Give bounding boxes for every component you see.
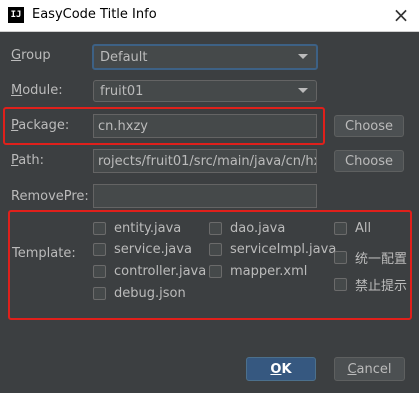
ok-button[interactable]: OK [246, 357, 316, 381]
removepre-label: RemovePre: [11, 189, 89, 204]
checkbox-entity-java[interactable]: entity.java [93, 221, 181, 236]
path-label: Path: [11, 153, 44, 168]
checkbox-dao-java[interactable]: dao.java [209, 221, 285, 236]
close-icon[interactable]: × [386, 2, 416, 28]
checkbox-debug-json[interactable]: debug.json [93, 286, 186, 301]
checkbox-icon[interactable] [209, 222, 222, 235]
module-select[interactable]: fruit01 [93, 80, 317, 102]
removepre-input[interactable] [93, 184, 317, 208]
path-input[interactable]: rojects/fruit01/src/main/java/cn/hxzy [93, 149, 317, 173]
path-choose-button[interactable]: Choose [334, 150, 404, 172]
checkbox-icon[interactable] [334, 222, 347, 235]
chevron-down-icon [298, 54, 308, 59]
package-choose-button[interactable]: Choose [334, 115, 404, 137]
chevron-down-icon [298, 88, 308, 93]
checkbox-service-java[interactable]: service.java [93, 242, 192, 257]
checkbox-disable-prompt[interactable]: 禁止提示 [334, 275, 407, 294]
package-label: Package: [11, 118, 70, 133]
checkbox-icon[interactable] [209, 243, 222, 256]
checkbox-icon[interactable] [209, 265, 222, 278]
checkbox-icon[interactable] [93, 243, 106, 256]
checkbox-mapper-xml[interactable]: mapper.xml [209, 264, 307, 279]
title-bar: IJ EasyCode Title Info × [0, 0, 419, 32]
group-select-value: Default [100, 49, 148, 65]
checkbox-icon[interactable] [334, 251, 347, 264]
module-select-value: fruit01 [100, 83, 144, 99]
checkbox-controller-java[interactable]: controller.java [93, 264, 206, 279]
group-select[interactable]: Default [92, 44, 318, 70]
template-label: Template: [12, 246, 76, 261]
checkbox-icon[interactable] [93, 265, 106, 278]
cancel-button[interactable]: Cancel [334, 357, 405, 381]
package-input[interactable]: cn.hxzy [93, 114, 317, 138]
checkbox-icon[interactable] [93, 222, 106, 235]
checkbox-all[interactable]: All [334, 221, 371, 236]
checkbox-serviceimpl-java[interactable]: serviceImpl.java [209, 242, 336, 257]
checkbox-icon[interactable] [334, 278, 347, 291]
checkbox-unified-config[interactable]: 统一配置 [334, 248, 407, 267]
checkbox-icon[interactable] [93, 287, 106, 300]
group-label: Group [11, 48, 51, 63]
intellij-app-icon: IJ [8, 7, 24, 23]
window-title: EasyCode Title Info [32, 7, 157, 22]
module-label: Module: [11, 83, 63, 98]
